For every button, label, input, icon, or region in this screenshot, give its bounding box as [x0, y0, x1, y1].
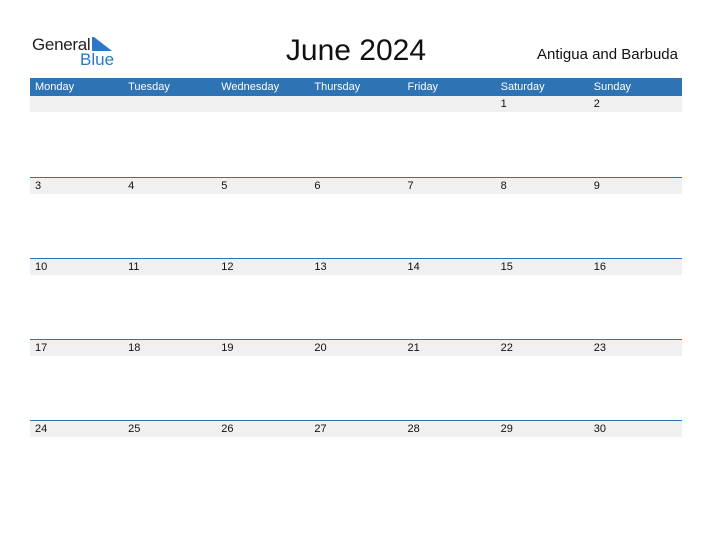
day-cell: 12 — [221, 261, 234, 273]
week-row: 10 11 12 13 14 15 16 — [30, 258, 682, 339]
date-strip: 24 25 26 27 28 29 30 — [30, 421, 682, 437]
country-label: Antigua and Barbuda — [537, 46, 678, 63]
week-row: 24 25 26 27 28 29 30 — [30, 420, 682, 501]
week-row: 17 18 19 20 21 22 23 — [30, 339, 682, 420]
weekday-label: Monday — [35, 81, 75, 93]
weekday-label: Sunday — [593, 81, 632, 93]
day-cell: 21 — [407, 342, 420, 354]
calendar-grid: Monday Tuesday Wednesday Thursday Friday… — [30, 78, 682, 501]
weekday-label: Thursday — [314, 81, 361, 93]
date-strip: 17 18 19 20 21 22 23 — [30, 340, 682, 356]
day-cell — [123, 96, 216, 112]
day-cell: 1 — [500, 98, 507, 110]
day-cell: 3 — [35, 180, 42, 192]
date-strip: 3 4 5 6 7 8 9 — [30, 178, 682, 194]
day-cell: 22 — [500, 342, 513, 354]
day-cell: 18 — [128, 342, 141, 354]
day-cell: 7 — [407, 180, 414, 192]
weekday-label: Friday — [407, 81, 439, 93]
week-row: 12 — [30, 96, 682, 177]
day-cell: 20 — [314, 342, 327, 354]
weekday-label: Tuesday — [128, 81, 170, 93]
day-cell: 26 — [221, 423, 234, 435]
day-cell: 19 — [221, 342, 234, 354]
weekday-label: Saturday — [500, 81, 545, 93]
day-cell: 30 — [593, 423, 606, 435]
week-row: 3 4 5 6 7 8 9 — [30, 177, 682, 258]
day-cell — [30, 96, 123, 112]
day-cell: 8 — [500, 180, 507, 192]
day-cell: 17 — [35, 342, 48, 354]
day-cell: 23 — [593, 342, 606, 354]
day-cell: 25 — [128, 423, 141, 435]
date-strip: 12 — [30, 96, 682, 112]
day-cell: 10 — [35, 261, 48, 273]
date-strip: 10 11 12 13 14 15 16 — [30, 259, 682, 275]
day-cell: 16 — [593, 261, 606, 273]
day-cell: 29 — [500, 423, 513, 435]
weekday-header: Monday Tuesday Wednesday Thursday Friday… — [30, 78, 682, 96]
weekday-label: Wednesday — [221, 81, 280, 93]
day-cell — [216, 96, 309, 112]
day-cell: 14 — [407, 261, 420, 273]
day-cell: 4 — [128, 180, 135, 192]
day-cell — [403, 96, 496, 112]
day-cell: 11 — [128, 261, 140, 273]
day-cell: 5 — [221, 180, 228, 192]
day-cell: 24 — [35, 423, 48, 435]
day-cell: 27 — [314, 423, 327, 435]
day-cell: 2 — [593, 98, 600, 110]
day-cell: 13 — [314, 261, 327, 273]
day-cell: 9 — [593, 180, 600, 192]
day-cell: 15 — [500, 261, 513, 273]
day-cell — [309, 96, 402, 112]
day-cell: 28 — [407, 423, 420, 435]
day-cell: 6 — [314, 180, 321, 192]
